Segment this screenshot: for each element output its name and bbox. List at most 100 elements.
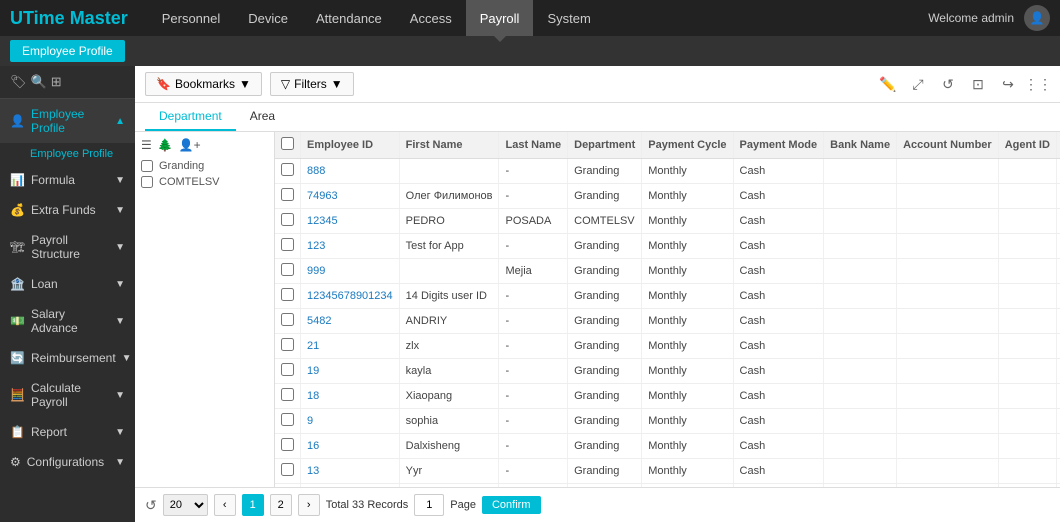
employee-id-link[interactable]: 21 xyxy=(307,340,319,352)
filters-label: Filters xyxy=(294,77,327,91)
row-checkbox[interactable] xyxy=(281,463,294,476)
select-all-checkbox[interactable] xyxy=(281,137,294,150)
cell-last-name: - xyxy=(499,459,568,484)
columns-icon-button[interactable]: ⊡ xyxy=(966,72,990,96)
sidebar-item-configurations[interactable]: ⚙ Configurations ▼ xyxy=(0,447,135,477)
row-checkbox[interactable] xyxy=(281,238,294,251)
pagination-refresh-icon[interactable]: ↺ xyxy=(145,497,157,514)
cell-first-name: Yyr xyxy=(399,459,499,484)
prev-page-button[interactable]: ‹ xyxy=(214,494,236,516)
sidebar-item-extra-funds[interactable]: 💰 Extra Funds ▼ xyxy=(0,195,135,225)
cell-first-name xyxy=(399,259,499,284)
search-icon[interactable]: 🔍 xyxy=(31,74,47,90)
dept-item-granding[interactable]: Granding xyxy=(141,158,268,174)
page-2-button[interactable]: 2 xyxy=(270,494,292,516)
sidebar-item-label: Extra Funds xyxy=(31,203,96,217)
tab-department[interactable]: Department xyxy=(145,103,236,131)
row-checkbox[interactable] xyxy=(281,363,294,376)
row-checkbox[interactable] xyxy=(281,438,294,451)
filter-icon: ▽ xyxy=(281,77,290,91)
sidebar-item-reimbursement[interactable]: 🔄 Reimbursement ▼ xyxy=(0,343,135,373)
confirm-button[interactable]: Confirm xyxy=(482,496,541,514)
cell-first-name: Dalxisheng xyxy=(399,434,499,459)
cell-payment-mode: Cash xyxy=(733,334,824,359)
next-page-button[interactable]: › xyxy=(298,494,320,516)
nav-payroll[interactable]: Payroll xyxy=(466,0,534,36)
employee-id-link[interactable]: 5482 xyxy=(307,315,331,327)
employee-id-link[interactable]: 19 xyxy=(307,365,319,377)
cell-employee-id: 888 xyxy=(301,159,400,184)
expand-icon-button[interactable]: ⤢ xyxy=(906,72,930,96)
nav-attendance[interactable]: Attendance xyxy=(302,0,396,36)
cell-account-number xyxy=(897,459,999,484)
dept-item-comtelsv[interactable]: COMTELSV xyxy=(141,174,268,190)
tab-bar: Department Area xyxy=(135,103,1060,132)
nav-system[interactable]: System xyxy=(533,0,604,36)
nav-access[interactable]: Access xyxy=(396,0,466,36)
content-body: ☰ 🌲 👤+ Granding COMTELSV xyxy=(135,132,1060,487)
sidebar-item-label: Payroll Structure xyxy=(31,233,109,261)
filters-button[interactable]: ▽ Filters ▼ xyxy=(270,72,354,96)
page-jump-input[interactable] xyxy=(414,494,444,516)
row-checkbox[interactable] xyxy=(281,413,294,426)
sidebar-item-report[interactable]: 📋 Report ▼ xyxy=(0,417,135,447)
dept-checkbox-granding[interactable] xyxy=(141,160,153,172)
cell-payment-mode: Cash xyxy=(733,259,824,284)
dept-add-icon[interactable]: 👤+ xyxy=(179,138,201,152)
row-checkbox[interactable] xyxy=(281,188,294,201)
sidebar-item-payroll-structure[interactable]: 🏗 Payroll Structure ▼ xyxy=(0,225,135,269)
tab-area[interactable]: Area xyxy=(236,103,289,131)
col-account-number: Account Number xyxy=(897,132,999,159)
sidebar-subitem-employee-profile[interactable]: Employee Profile xyxy=(20,143,135,165)
logo-master: Master xyxy=(65,8,128,28)
employee-id-link[interactable]: 16 xyxy=(307,440,319,452)
tag-icon: 🏷 xyxy=(10,74,27,90)
employee-id-link[interactable]: 9 xyxy=(307,415,313,427)
cell-agent-account xyxy=(1056,284,1060,309)
employee-id-link[interactable]: 13 xyxy=(307,465,319,477)
page-size-select[interactable]: 20 50 100 xyxy=(163,494,208,516)
bookmarks-button[interactable]: 🔖 Bookmarks ▼ xyxy=(145,72,262,96)
employee-id-link[interactable]: 74963 xyxy=(307,190,338,202)
row-checkbox[interactable] xyxy=(281,288,294,301)
page-1-button[interactable]: 1 xyxy=(242,494,264,516)
row-checkbox[interactable] xyxy=(281,313,294,326)
cell-agent-id xyxy=(998,209,1056,234)
avatar-button[interactable]: 👤 xyxy=(1024,5,1050,31)
refresh-icon-button[interactable]: ↺ xyxy=(936,72,960,96)
sidebar-item-salary-advance[interactable]: 💵 Salary Advance ▼ xyxy=(0,299,135,343)
user-icon: 👤 xyxy=(1030,11,1045,25)
row-checkbox[interactable] xyxy=(281,263,294,276)
dept-tree-icon: 🌲 xyxy=(158,138,173,152)
nav-personnel[interactable]: Personnel xyxy=(148,0,235,36)
sidebar-item-loan[interactable]: 🏦 Loan ▼ xyxy=(0,269,135,299)
sidebar-item-employee-profile[interactable]: 👤 Employee Profile ▲ xyxy=(0,99,135,143)
employee-id-link[interactable]: 12345 xyxy=(307,215,338,227)
row-checkbox[interactable] xyxy=(281,388,294,401)
cell-first-name: 14 Digits user ID xyxy=(399,284,499,309)
sidebar-item-calculate-payroll[interactable]: 🧮 Calculate Payroll ▼ xyxy=(0,373,135,417)
cell-payment-cycle: Monthly xyxy=(642,284,733,309)
share-icon-button[interactable]: ↪ xyxy=(996,72,1020,96)
row-checkbox[interactable] xyxy=(281,163,294,176)
employee-id-link[interactable]: 999 xyxy=(307,265,325,277)
cell-agent-id xyxy=(998,334,1056,359)
employee-id-link[interactable]: 888 xyxy=(307,165,325,177)
row-checkbox[interactable] xyxy=(281,338,294,351)
dept-checkbox-comtelsv[interactable] xyxy=(141,176,153,188)
chevron-icon: ▼ xyxy=(115,427,125,438)
sub-nav-employee-profile[interactable]: Employee Profile xyxy=(10,40,125,62)
edit-icon-button[interactable]: ✏️ xyxy=(876,72,900,96)
employee-id-link[interactable]: 12345678901234 xyxy=(307,290,393,302)
more-icon-button[interactable]: ⋮⋮ xyxy=(1026,72,1050,96)
cell-department: Granding xyxy=(568,259,642,284)
grid-icon[interactable]: ⊞ xyxy=(51,74,62,90)
sidebar-item-formula[interactable]: 📊 Formula ▼ xyxy=(0,165,135,195)
nav-device[interactable]: Device xyxy=(234,0,302,36)
dept-sidebar: ☰ 🌲 👤+ Granding COMTELSV xyxy=(135,132,275,487)
employee-id-link[interactable]: 123 xyxy=(307,240,325,252)
row-checkbox[interactable] xyxy=(281,213,294,226)
cell-agent-id xyxy=(998,434,1056,459)
employee-id-link[interactable]: 18 xyxy=(307,390,319,402)
extra-funds-icon: 💰 xyxy=(10,203,25,217)
